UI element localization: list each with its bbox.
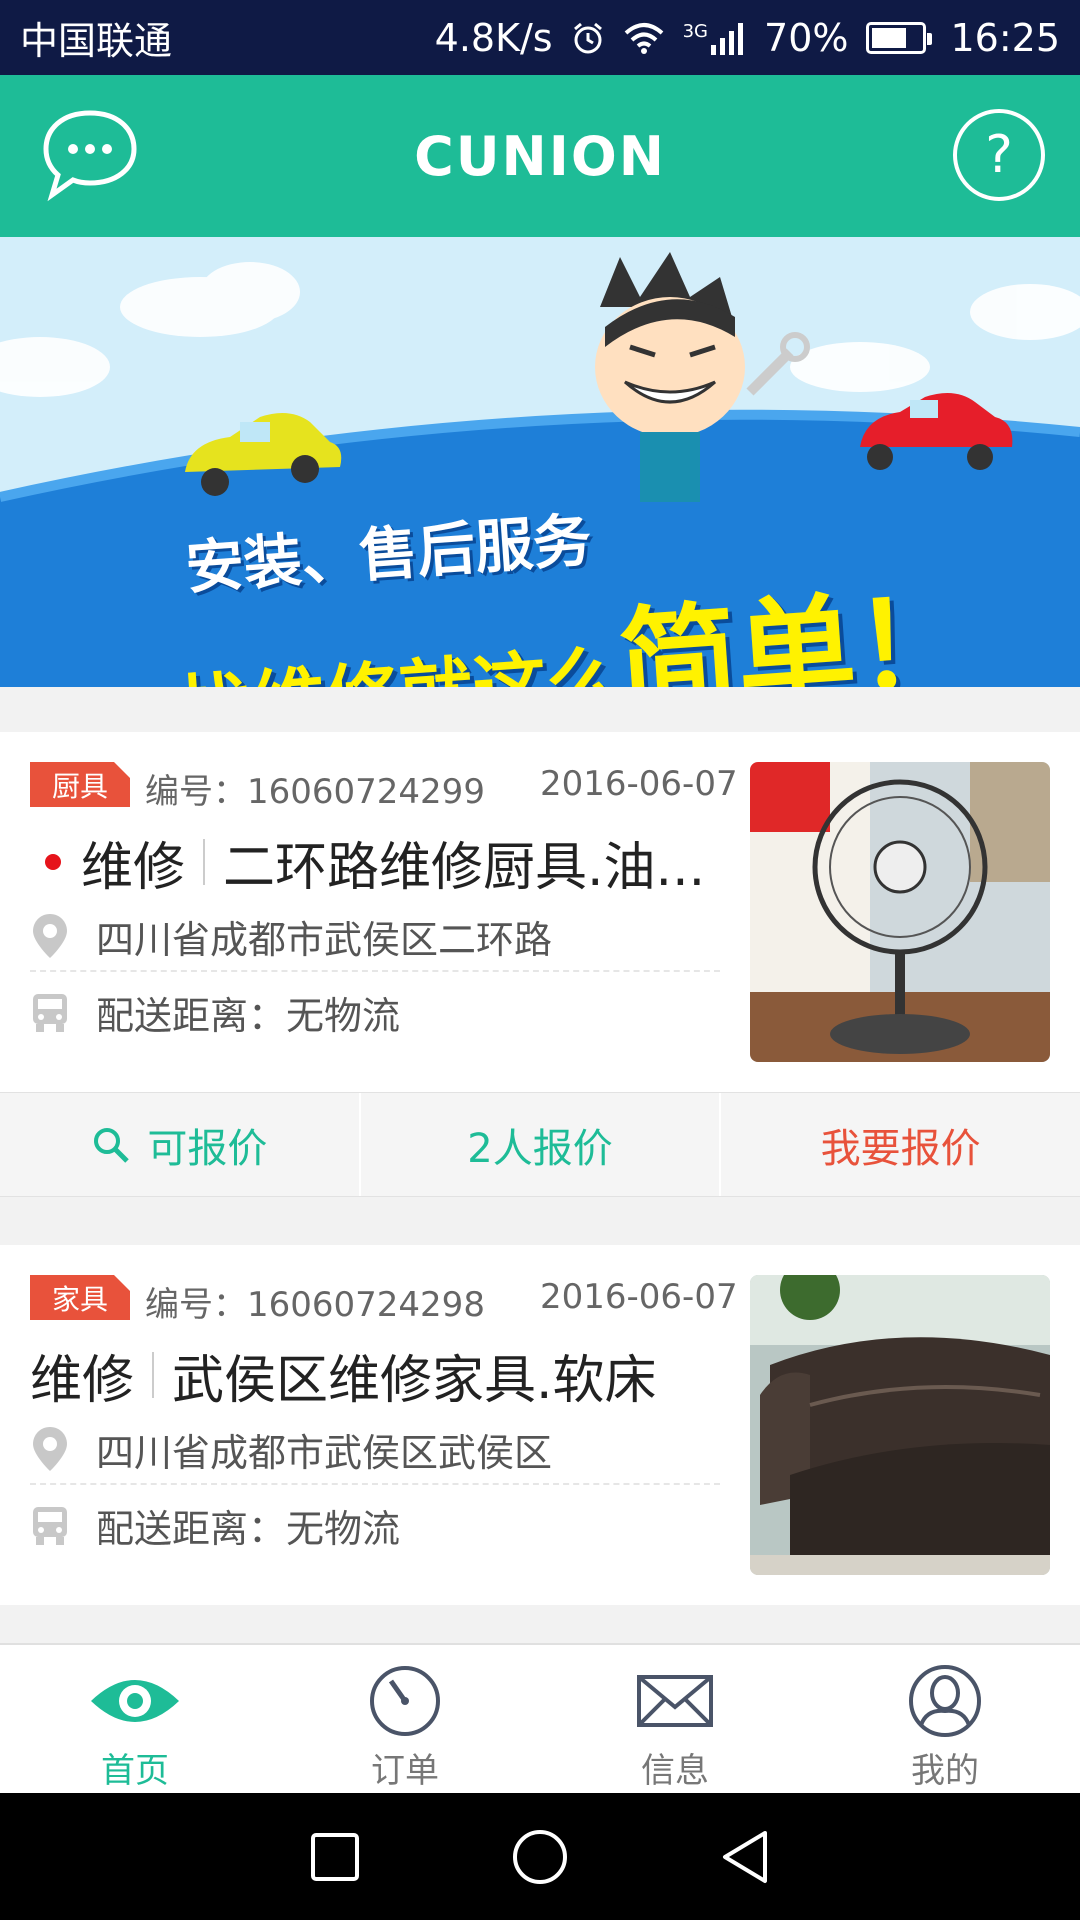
envelope-icon [637, 1675, 713, 1727]
location-pin-icon [33, 914, 67, 958]
unread-dot [45, 854, 61, 870]
leather-sofa-photo[interactable] [750, 1275, 1050, 1575]
alarm-icon [573, 22, 602, 53]
chat-bubble-icon[interactable] [40, 105, 140, 205]
app-header: CUNION ? [0, 75, 1080, 237]
tab-label: 首页 [101, 1751, 169, 1791]
divider [203, 839, 206, 885]
back-triangle-icon[interactable] [719, 1829, 771, 1885]
bottom-tab-bar: 首页 订单 信息 我的 [0, 1643, 1080, 1793]
status-bar: 中国联通 4.8K/s 3G 70% 16:25 [0, 0, 1080, 75]
card-spacer [0, 1197, 1080, 1245]
tab-messages[interactable]: 信息 [540, 1645, 810, 1793]
search-icon [94, 1127, 130, 1163]
category-tag: 厨具 [30, 762, 130, 807]
order-card[interactable]: 家具 编号：16060724298 2016-06-07 维修 武侯区维修家具.… [0, 1245, 1080, 1605]
tab-label: 我的 [911, 1751, 979, 1791]
submit-quote-label: 我要报价 [820, 1125, 981, 1172]
order-number: 编号：16060724299 [145, 772, 485, 812]
quotable-status[interactable]: 可报价 [0, 1093, 361, 1196]
order-address: 四川省成都市武侯区二环路 [96, 917, 553, 962]
recent-apps-icon[interactable] [309, 1831, 361, 1883]
electric-fan-photo[interactable] [750, 762, 1050, 1062]
address-row: 四川省成都市武侯区二环路 [30, 902, 720, 972]
submit-quote-button[interactable]: 我要报价 [721, 1093, 1080, 1196]
order-date: 2016-06-07 [540, 1277, 738, 1317]
shipping-distance: 配送距离：无物流 [96, 993, 401, 1038]
truck-icon [33, 1507, 67, 1545]
address-row: 四川省成都市武侯区武侯区 [30, 1415, 720, 1485]
category-tag: 家具 [30, 1275, 130, 1320]
help-icon[interactable]: ? [953, 109, 1045, 201]
order-title-row: 维修 二环路维修厨具.油... [30, 827, 720, 897]
order-title: 武侯区维修家具.软床 [172, 1350, 657, 1411]
clock-icon [370, 1666, 440, 1736]
carrier-name: 中国联通 [20, 19, 173, 63]
promo-banner[interactable]: 安装、售后服务 找维修就这么简单！ [0, 237, 1080, 687]
order-card[interactable]: 厨具 编号：16060724299 2016-06-07 维修 二环路维修厨具.… [0, 732, 1080, 1092]
shipping-distance: 配送距离：无物流 [96, 1506, 401, 1551]
order-date: 2016-06-07 [540, 764, 738, 804]
banner-slogan-emphasis: 简单！ [614, 571, 978, 687]
order-title: 二环路维修厨具.油... [223, 837, 706, 898]
tab-home[interactable]: 首页 [0, 1645, 270, 1793]
shipping-row: 配送距离：无物流 [30, 977, 720, 1047]
signal-icon [711, 22, 744, 55]
service-type: 维修 [30, 1350, 135, 1411]
tab-label: 信息 [641, 1751, 709, 1791]
order-address: 四川省成都市武侯区武侯区 [96, 1430, 553, 1475]
location-pin-icon [33, 1427, 67, 1471]
service-type: 维修 [81, 837, 186, 898]
battery-percent: 70% [764, 15, 849, 60]
quote-count-label: 2人报价 [467, 1125, 613, 1172]
tab-orders[interactable]: 订单 [270, 1645, 540, 1793]
quote-count[interactable]: 2人报价 [361, 1093, 722, 1196]
quotable-label: 可报价 [147, 1125, 268, 1172]
tab-label: 订单 [371, 1751, 439, 1791]
clock-time: 16:25 [950, 15, 1060, 60]
order-title-row: 维修 武侯区维修家具.软床 [30, 1340, 720, 1411]
shipping-row: 配送距离：无物流 [30, 1490, 720, 1560]
battery-level [872, 27, 907, 48]
wifi-icon [624, 22, 663, 54]
user-icon [909, 1665, 981, 1737]
order-action-bar: 可报价 2人报价 我要报价 [0, 1092, 1080, 1197]
truck-icon [33, 994, 67, 1032]
order-feed: 厨具 编号：16060724299 2016-06-07 维修 二环路维修厨具.… [0, 732, 1080, 1605]
app-title: CUNION [414, 124, 666, 188]
network-type: 3G [682, 20, 709, 42]
network-speed: 4.8K/s [434, 15, 553, 60]
home-circle-icon[interactable] [511, 1828, 569, 1886]
divider [152, 1352, 155, 1398]
tab-profile[interactable]: 我的 [810, 1645, 1080, 1793]
battery-icon [866, 21, 933, 54]
banner-slogan-prefix: 找维修就这么 [175, 638, 624, 687]
order-number: 编号：16060724298 [145, 1285, 485, 1325]
eye-icon [91, 1680, 179, 1722]
system-nav-bar [0, 1793, 1080, 1920]
